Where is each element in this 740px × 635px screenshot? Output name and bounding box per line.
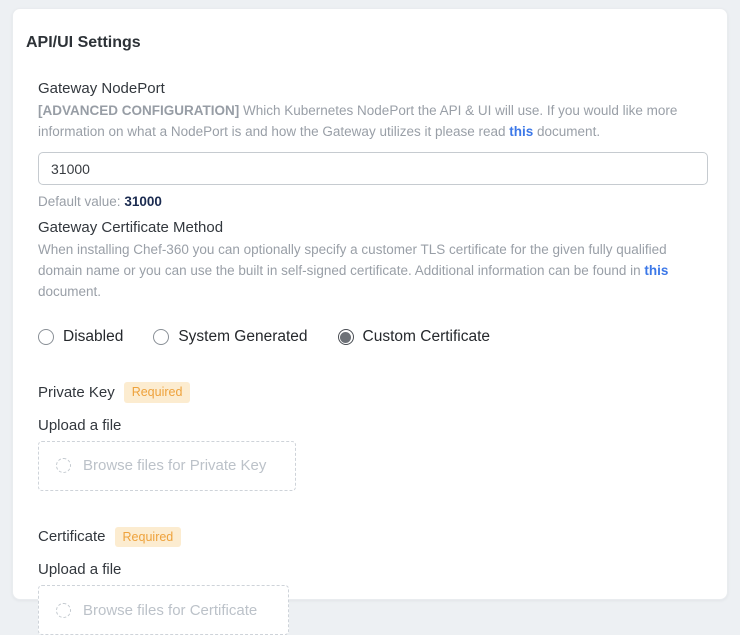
- api-ui-settings-card: API/UI Settings Gateway NodePort [ADVANC…: [12, 8, 728, 600]
- certificate-label-row: Certificate Required: [38, 527, 706, 548]
- certificate-label: Certificate: [38, 528, 106, 545]
- browse-certificate-button[interactable]: Browse files for Certificate: [38, 585, 289, 635]
- radio-icon[interactable]: [338, 329, 354, 345]
- gateway-nodeport-field: Gateway NodePort [ADVANCED CONFIGURATION…: [38, 80, 706, 209]
- upload-spinner-icon: [56, 603, 71, 618]
- radio-option-custom-certificate[interactable]: Custom Certificate: [338, 328, 490, 346]
- radio-label: System Generated: [178, 328, 307, 346]
- radio-icon[interactable]: [38, 329, 54, 345]
- private-key-label: Private Key: [38, 384, 115, 401]
- required-badge: Required: [115, 527, 182, 548]
- gateway-cert-method-description: When installing Chef-360 you can optiona…: [38, 239, 706, 302]
- nodeport-input[interactable]: [38, 152, 708, 185]
- radio-option-disabled[interactable]: Disabled: [38, 328, 123, 346]
- cert-method-radio-group: Disabled System Generated Custom Certifi…: [38, 328, 706, 346]
- browse-private-key-text: Browse files for Private Key: [83, 457, 266, 474]
- browse-certificate-text: Browse files for Certificate: [83, 602, 257, 619]
- required-badge: Required: [124, 382, 191, 403]
- advanced-configuration-tag: [ADVANCED CONFIGURATION]: [38, 103, 239, 118]
- radio-label: Disabled: [63, 328, 123, 346]
- cert-method-doc-link[interactable]: this: [644, 263, 668, 278]
- radio-label: Custom Certificate: [363, 328, 490, 346]
- gateway-cert-method-field: Gateway Certificate Method When installi…: [38, 219, 706, 346]
- gateway-nodeport-label: Gateway NodePort: [38, 80, 706, 97]
- private-key-section: Private Key Required Upload a file Brows…: [38, 382, 706, 491]
- radio-option-system-generated[interactable]: System Generated: [153, 328, 307, 346]
- nodeport-default-number: 31000: [124, 194, 162, 209]
- radio-icon[interactable]: [153, 329, 169, 345]
- certificate-upload-label: Upload a file: [38, 561, 706, 578]
- browse-private-key-button[interactable]: Browse files for Private Key: [38, 441, 296, 491]
- page-title: API/UI Settings: [26, 34, 706, 52]
- upload-spinner-icon: [56, 458, 71, 473]
- nodeport-default-value: Default value: 31000: [38, 194, 706, 209]
- gateway-cert-method-label: Gateway Certificate Method: [38, 219, 706, 236]
- gateway-nodeport-description: [ADVANCED CONFIGURATION] Which Kubernete…: [38, 100, 706, 142]
- certificate-section: Certificate Required Upload a file Brows…: [38, 527, 706, 635]
- private-key-label-row: Private Key Required: [38, 382, 706, 403]
- nodeport-doc-link[interactable]: this: [509, 124, 533, 139]
- private-key-upload-label: Upload a file: [38, 417, 706, 434]
